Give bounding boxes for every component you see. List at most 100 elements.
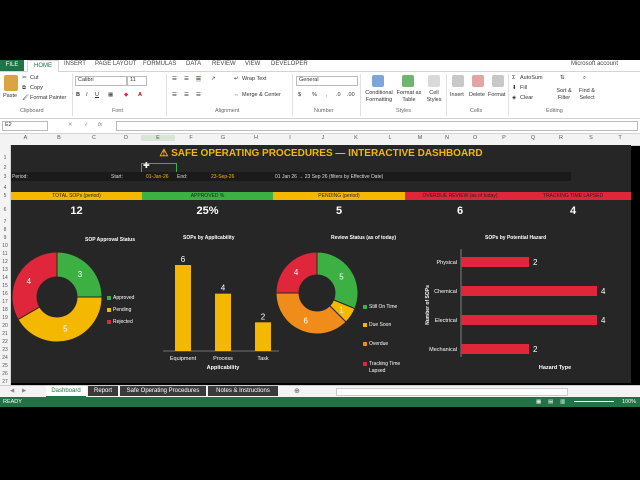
paste-button[interactable]: Paste (3, 93, 17, 99)
row-header[interactable]: 12 (0, 259, 10, 265)
percent-icon[interactable]: % (312, 92, 317, 98)
align-middle-icon[interactable]: ☰ (184, 76, 189, 82)
sort-filter-icon[interactable]: ⇅ (560, 75, 565, 81)
comma-icon[interactable]: , (326, 92, 328, 98)
font-color-icon[interactable]: A (138, 92, 142, 98)
borders-icon[interactable]: ▦ (108, 92, 113, 98)
tab-data[interactable]: DATA (186, 61, 201, 67)
row-header[interactable]: 20 (0, 323, 10, 329)
insert-cells-button[interactable]: Insert (450, 92, 464, 98)
delete-cells-icon[interactable] (472, 75, 484, 87)
bold-icon[interactable]: B (76, 92, 80, 98)
number-format-box[interactable]: General (296, 76, 358, 86)
cell-styles-button[interactable]: Cell Styles (423, 90, 445, 104)
format-painter-button[interactable]: Format Painter (30, 95, 66, 101)
italic-icon[interactable]: I (86, 92, 88, 98)
column-header[interactable]: K (339, 135, 373, 141)
column-header[interactable]: F (175, 135, 207, 141)
formula-input[interactable] (116, 121, 638, 131)
conditional-formatting-button[interactable]: Conditional Formatting (363, 90, 395, 104)
column-header-selected[interactable]: E (141, 135, 175, 141)
sort-filter-button[interactable]: Sort & Filter (553, 88, 575, 102)
tab-developer[interactable]: DEVELOPER (271, 61, 308, 67)
increase-decimal-icon[interactable]: .0 (336, 92, 341, 98)
format-table-icon[interactable] (402, 75, 414, 87)
delete-cells-button[interactable]: Delete (469, 92, 485, 98)
tab-file[interactable]: FILE (0, 60, 24, 71)
page-break-icon[interactable]: ▥ (560, 399, 565, 405)
row-header[interactable]: 22 (0, 339, 10, 345)
row-header[interactable]: 5 (0, 193, 10, 199)
tab-review[interactable]: REVIEW (212, 61, 236, 67)
format-cells-button[interactable]: Format (488, 92, 505, 98)
horizontal-scrollbar[interactable] (336, 388, 568, 396)
tab-page-layout[interactable]: PAGE LAYOUT (95, 61, 136, 67)
row-header[interactable]: 26 (0, 371, 10, 377)
tab-home[interactable]: HOME (27, 60, 59, 72)
sheet-tab-sops[interactable]: Safe Operating Procedures (120, 386, 206, 396)
align-center-icon[interactable]: ☰ (184, 92, 189, 98)
row-header[interactable]: 2 (0, 165, 10, 171)
row-header[interactable]: 10 (0, 243, 10, 249)
row-header[interactable]: 8 (0, 227, 10, 233)
column-header[interactable]: N (433, 135, 461, 141)
conditional-formatting-icon[interactable] (372, 75, 384, 87)
column-header[interactable]: G (207, 135, 239, 141)
row-header[interactable]: 4 (0, 185, 10, 191)
cancel-icon[interactable]: ✕ (68, 122, 73, 128)
column-header[interactable]: L (373, 135, 407, 141)
column-header[interactable]: A (10, 135, 41, 141)
column-header[interactable]: R (547, 135, 575, 141)
tab-formulas[interactable]: FORMULAS (143, 61, 176, 67)
align-left-icon[interactable]: ☰ (172, 92, 177, 98)
decrease-decimal-icon[interactable]: .00 (347, 92, 355, 98)
column-header[interactable]: D (111, 135, 141, 141)
row-header[interactable]: 13 (0, 267, 10, 273)
row-header[interactable]: 17 (0, 299, 10, 305)
row-header[interactable]: 19 (0, 315, 10, 321)
scroll-right-icon[interactable]: ▶ (22, 388, 26, 394)
page-layout-icon[interactable]: ▤ (548, 399, 553, 405)
enter-icon[interactable]: ✓ (84, 122, 89, 128)
font-size-box[interactable]: 11 (127, 76, 147, 86)
row-header[interactable]: 7 (0, 219, 10, 225)
align-top-icon[interactable]: ☰ (172, 76, 177, 82)
row-header[interactable]: 21 (0, 331, 10, 337)
end-date[interactable]: 23-Sep-26 (211, 174, 234, 180)
row-header[interactable]: 18 (0, 307, 10, 313)
underline-icon[interactable]: U (95, 92, 99, 98)
row-header[interactable]: 9 (0, 235, 10, 241)
column-header[interactable]: Q (519, 135, 547, 141)
column-header[interactable]: C (77, 135, 111, 141)
column-header[interactable]: T (607, 135, 633, 141)
column-header[interactable]: I (273, 135, 307, 141)
row-header[interactable]: 3 (0, 174, 10, 180)
column-header[interactable]: B (41, 135, 77, 141)
normal-view-icon[interactable]: ▦ (536, 399, 541, 405)
tab-insert[interactable]: INSERT (64, 61, 86, 67)
tab-view[interactable]: VIEW (245, 61, 260, 67)
align-right-icon[interactable]: ☰ (196, 92, 201, 98)
paste-icon[interactable] (4, 75, 18, 91)
row-header[interactable]: 11 (0, 251, 10, 257)
currency-icon[interactable]: $ (298, 92, 301, 98)
align-bottom-icon[interactable]: ☰ (196, 76, 201, 82)
merge-center-button[interactable]: Merge & Center (242, 92, 281, 98)
row-header[interactable]: 25 (0, 363, 10, 369)
sheet-tab-notes[interactable]: Notes & Instructions (208, 386, 278, 396)
find-select-icon[interactable]: ⌕ (583, 75, 586, 82)
fill-button[interactable]: Fill (520, 85, 527, 91)
column-header[interactable]: O (461, 135, 489, 141)
insert-function-icon[interactable]: fx (98, 122, 102, 128)
row-header[interactable]: 14 (0, 275, 10, 281)
column-header[interactable]: J (307, 135, 339, 141)
insert-cells-icon[interactable] (452, 75, 464, 87)
row-header[interactable]: 23 (0, 347, 10, 353)
column-header[interactable]: M (407, 135, 433, 141)
column-header[interactable]: P (489, 135, 519, 141)
font-name-box[interactable]: Calibri (75, 76, 127, 86)
column-header[interactable]: H (239, 135, 273, 141)
cut-button[interactable]: Cut (30, 75, 39, 81)
cell-styles-icon[interactable] (428, 75, 440, 87)
autosum-button[interactable]: AutoSum (520, 75, 543, 81)
